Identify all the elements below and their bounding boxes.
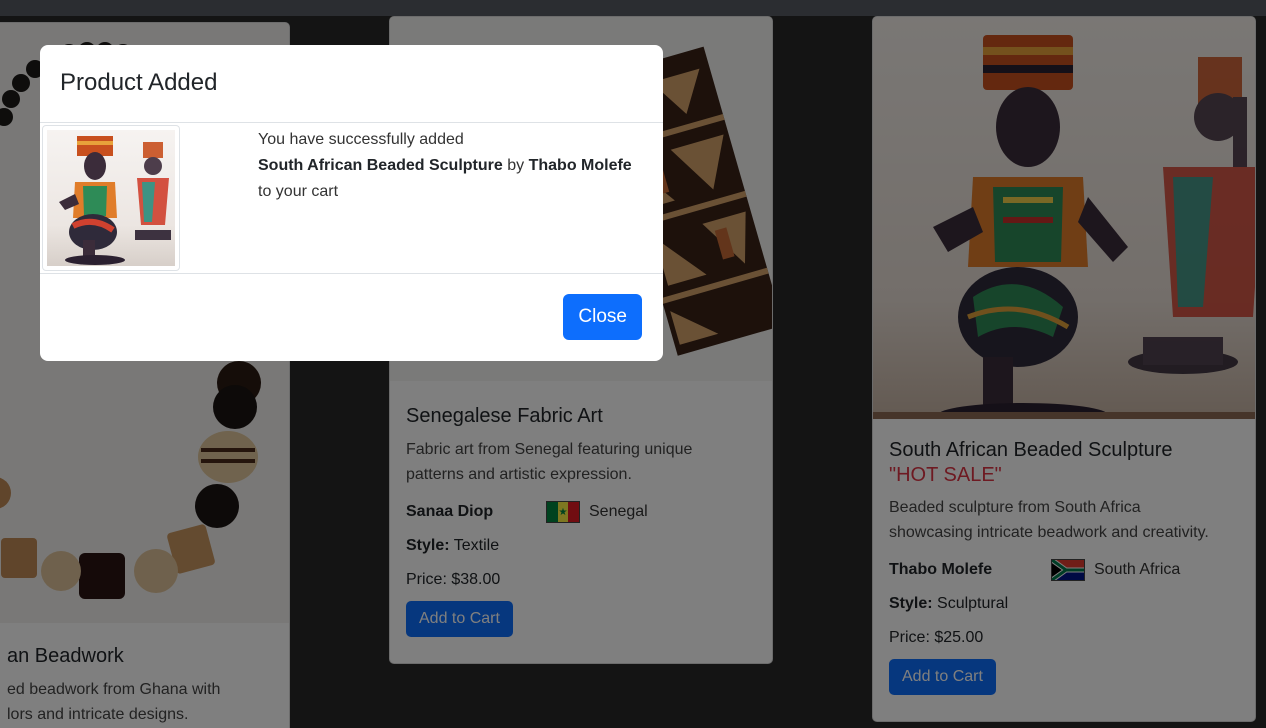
modal-message: You have successfully added South Africa… xyxy=(258,127,632,205)
added-product-name: South African Beaded Sculpture xyxy=(258,157,503,174)
message-line-3: to your cart xyxy=(258,183,339,200)
message-line-2: South African Beaded Sculpture by Thabo … xyxy=(258,153,632,179)
modal-header: Product Added xyxy=(40,45,663,123)
added-product-artist: Thabo Molefe xyxy=(528,157,632,174)
product-thumbnail xyxy=(42,125,180,271)
by-text: by xyxy=(507,157,525,174)
modal-title: Product Added xyxy=(60,69,218,96)
product-added-modal: Product Added You have successfully adde… xyxy=(40,45,663,361)
close-button[interactable]: Close xyxy=(563,294,642,340)
sculpture-thumbnail-image xyxy=(47,130,175,266)
modal-footer: Close xyxy=(40,274,663,361)
modal-body: You have successfully added South Africa… xyxy=(40,123,663,274)
browser-top-bar xyxy=(0,0,1266,16)
message-line-1: You have successfully added xyxy=(258,131,464,148)
